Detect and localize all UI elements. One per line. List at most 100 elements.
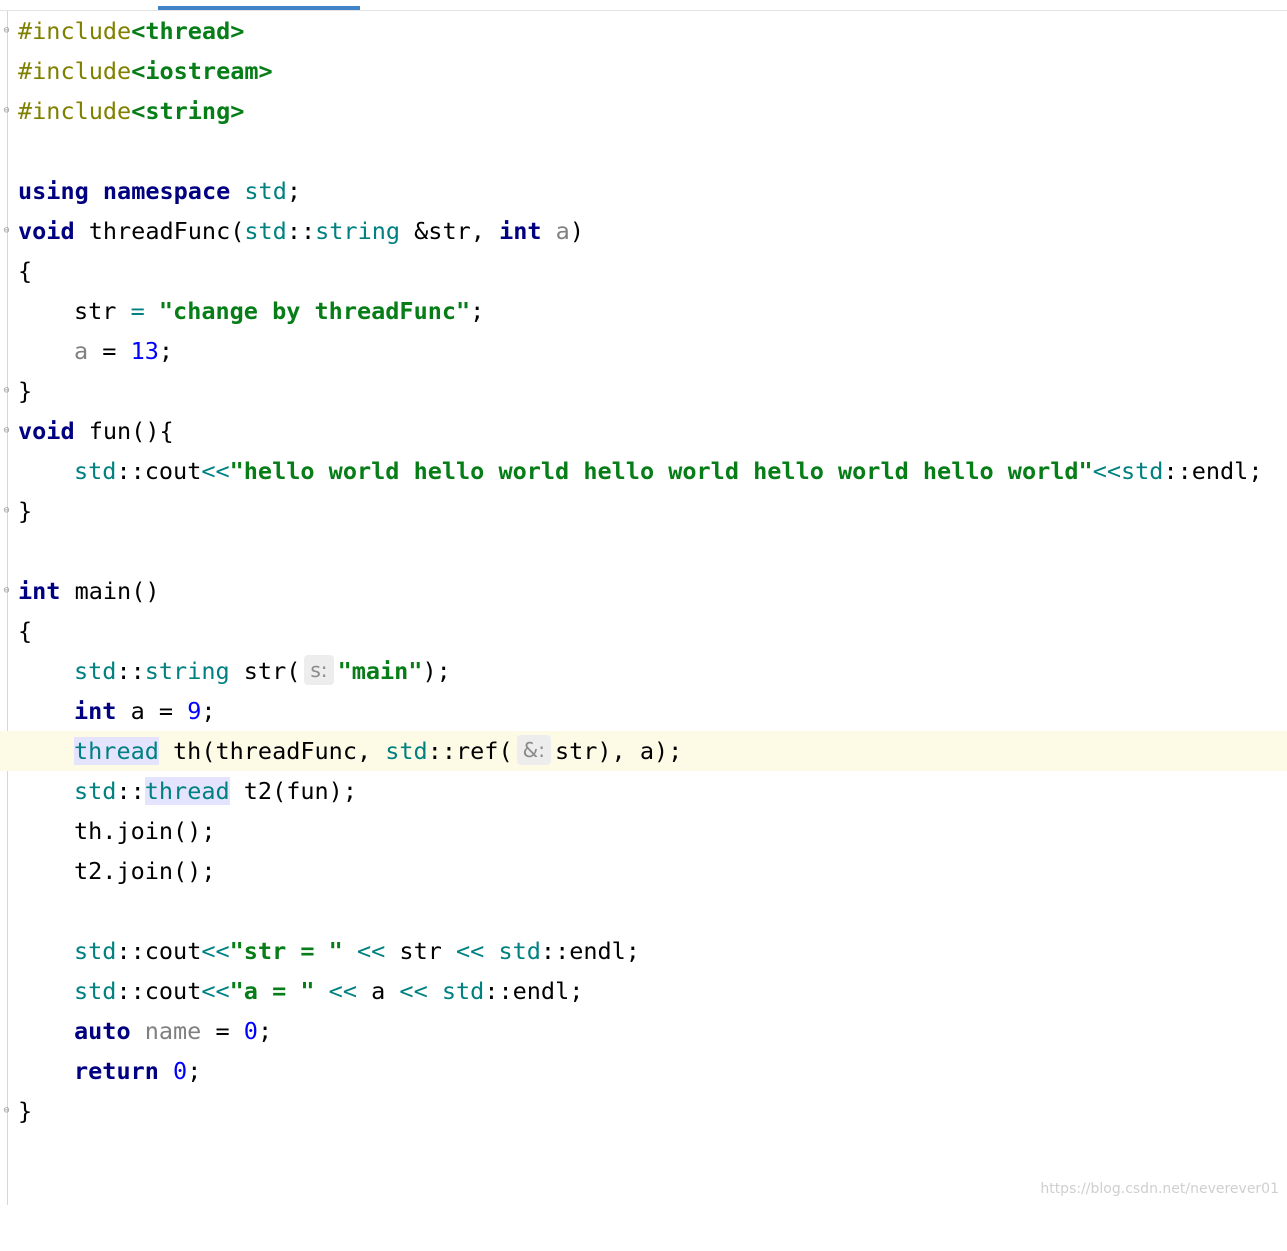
keyword: using [18, 177, 89, 205]
identifier: ::endl; [1163, 457, 1263, 485]
fold-open-icon[interactable]: ⊖ [1, 25, 12, 37]
number-literal: 0 [173, 1057, 188, 1085]
code-line-1[interactable]: ⊖ #include<thread> [0, 11, 1287, 51]
code-line-15[interactable]: ⊖ int main() [0, 571, 1287, 611]
identifier: ::cout [116, 937, 202, 965]
brace: } [18, 1097, 33, 1125]
namespace: std [1120, 457, 1164, 485]
string-literal: "main" [337, 657, 423, 685]
code-line-18[interactable]: int a = 9; [0, 691, 1287, 731]
scope-operator: :: [286, 217, 316, 245]
function-name: threadFunc( [74, 217, 245, 245]
identifier: ::cout [116, 457, 202, 485]
brace: } [18, 497, 33, 525]
code-line-25[interactable]: std::cout<<"a = " << a << std::endl; [0, 971, 1287, 1011]
punctuation: ) [569, 217, 584, 245]
code-line-24[interactable]: std::cout<<"str = " << str << std::endl; [0, 931, 1287, 971]
brace: { [18, 257, 33, 285]
identifier: ::ref( [427, 737, 513, 765]
operator: << [441, 937, 499, 965]
identifier: str [399, 937, 442, 965]
punctuation: ; [286, 177, 302, 205]
keyword: namespace [102, 177, 231, 205]
operator: << [1092, 457, 1121, 485]
namespace: std [74, 977, 117, 1005]
code-line-5[interactable]: using namespace std; [0, 171, 1287, 211]
punctuation: ; [201, 697, 216, 725]
preprocessor-directive: #include [18, 57, 132, 85]
code-line-19-current[interactable]: thread th(threadFunc, std::ref(&: str), a… [0, 731, 1287, 771]
function-signature: fun(){ [74, 417, 174, 445]
code-line-27[interactable]: return 0; [0, 1051, 1287, 1091]
punctuation: ; [187, 1057, 202, 1085]
operator: = [201, 1017, 244, 1045]
number-literal: 13 [130, 337, 159, 365]
code-line-9[interactable]: a = 13; [0, 331, 1287, 371]
namespace: std [74, 777, 117, 805]
code-line-21[interactable]: th.join(); [0, 811, 1287, 851]
identifier: ::endl; [540, 937, 640, 965]
operator: << [201, 977, 230, 1005]
operator: << [342, 937, 400, 965]
code-line-17[interactable]: std::string str(s: "main"); [0, 651, 1287, 691]
fold-open-icon[interactable]: ⊖ [1, 585, 12, 597]
code-line-7[interactable]: { [0, 251, 1287, 291]
parameter: a [74, 337, 89, 365]
keyword: void [18, 417, 75, 445]
parameter-hint: s: [304, 655, 334, 685]
code-line-20[interactable]: std::thread t2(fun); [0, 771, 1287, 811]
preprocessor-directive: #include [18, 97, 132, 125]
unused-variable: name [130, 1017, 202, 1045]
statement: th.join(); [74, 817, 216, 845]
code-line-22[interactable]: t2.join(); [0, 851, 1287, 891]
identifier: str [74, 297, 131, 325]
code-line-2[interactable]: #include<iostream> [0, 51, 1287, 91]
identifier: str( [229, 657, 301, 685]
type-name-highlighted: thread [144, 777, 230, 805]
include-header: <iostream> [131, 57, 273, 85]
include-header: <thread> [131, 17, 245, 45]
punctuation: ; [257, 1017, 273, 1045]
watermark: https://blog.csdn.net/neverever01 [1040, 1181, 1279, 1197]
keyword: return [74, 1057, 159, 1085]
function-signature: main() [60, 577, 160, 605]
statement: t2.join(); [74, 857, 216, 885]
identifier: th(threadFunc, [158, 737, 386, 765]
fold-close-icon[interactable]: ⊖ [1, 1105, 12, 1117]
type-name: string [315, 217, 401, 245]
code-line-8[interactable]: str = "change by threadFunc"; [0, 291, 1287, 331]
code-line-12[interactable]: std::cout<<"hello world hello world hell… [0, 451, 1287, 491]
fold-close-icon[interactable]: ⊖ [1, 105, 12, 117]
operator: << [385, 977, 442, 1005]
code-line-16[interactable]: { [0, 611, 1287, 651]
fold-close-icon[interactable]: ⊖ [1, 385, 12, 397]
string-literal: "str = " [229, 937, 343, 965]
identifier: t2(fun); [229, 777, 357, 805]
type-name: string [144, 657, 230, 685]
fold-close-icon[interactable]: ⊖ [1, 505, 12, 517]
fold-open-icon[interactable]: ⊖ [1, 225, 12, 237]
code-line-11[interactable]: ⊖ void fun(){ [0, 411, 1287, 451]
operator: = [88, 337, 131, 365]
keyword: void [18, 217, 75, 245]
punctuation: ; [158, 337, 174, 365]
parameter: a [555, 217, 570, 245]
code-line-26[interactable]: auto name = 0; [0, 1011, 1287, 1051]
active-tab-indicator[interactable] [158, 6, 360, 10]
fold-open-icon[interactable]: ⊖ [1, 425, 12, 437]
parameter-hint: &: [516, 735, 551, 765]
code-line-3[interactable]: ⊖ #include<string> [0, 91, 1287, 131]
keyword: auto [74, 1017, 131, 1045]
scope-operator: :: [116, 777, 145, 805]
namespace: std [74, 657, 117, 685]
code-line-6[interactable]: ⊖ void threadFunc(std::string &str, int … [0, 211, 1287, 251]
editor-tab-bar [0, 0, 1287, 11]
punctuation: ); [422, 657, 451, 685]
brace: } [18, 377, 33, 405]
namespace: std [498, 937, 541, 965]
code-line-13[interactable]: ⊖ } [0, 491, 1287, 531]
code-line-10[interactable]: ⊖ } [0, 371, 1287, 411]
identifier: a = [116, 697, 188, 725]
code-line-28[interactable]: ⊖ } [0, 1091, 1287, 1131]
